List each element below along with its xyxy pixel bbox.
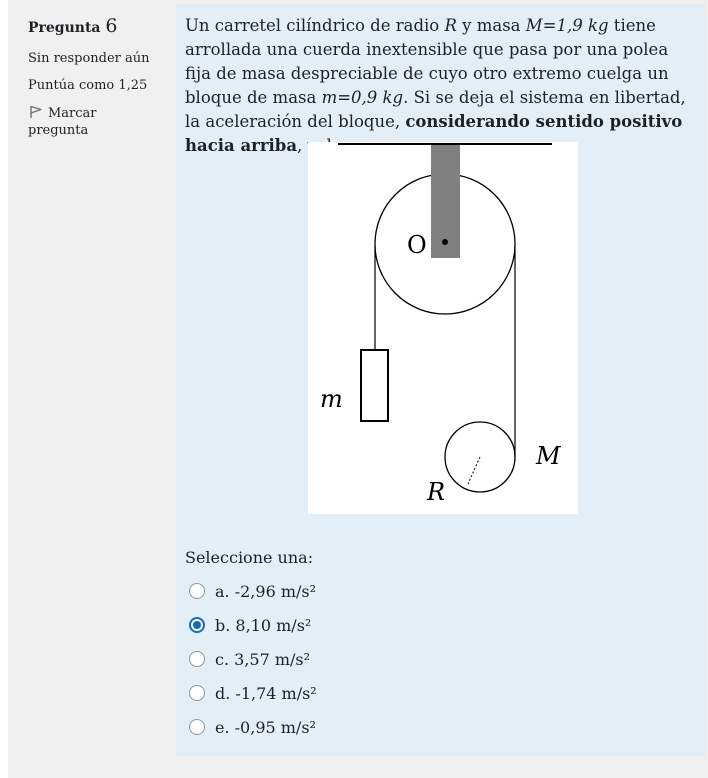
qtext-part-2: y masa: [456, 16, 526, 35]
pulley-axle: [442, 239, 448, 245]
answer-option-d[interactable]: d. -1,74 m/s²: [189, 676, 317, 710]
answer-radio-d[interactable]: [189, 685, 205, 701]
answer-label-b[interactable]: b. 8,10 m/s²: [215, 616, 311, 635]
block-m: [360, 349, 389, 422]
label-m: m: [320, 385, 343, 413]
label-O: O: [407, 231, 427, 259]
answer-option-c[interactable]: c. 3,57 m/s²: [189, 642, 317, 676]
question-state: Sin responder aún: [28, 50, 150, 66]
label-R: R: [426, 478, 445, 506]
question-content: Un carretel cilíndrico de radio R y masa…: [176, 4, 706, 756]
flag-question-link[interactable]: Marcar pregunta: [28, 105, 158, 140]
question-number: Pregunta 6: [28, 14, 158, 40]
answer-option-a[interactable]: a. -2,96 m/s²: [189, 574, 317, 608]
label-M: M: [535, 442, 562, 470]
answer-options: a. -2,96 m/s² b. 8,10 m/s² c. 3,57 m/s² …: [189, 574, 317, 744]
qtext-m-expression: m=0,9 kg: [321, 88, 404, 107]
spool-radius: [467, 456, 481, 485]
answer-label-c[interactable]: c. 3,57 m/s²: [215, 650, 310, 669]
flag-icon: [28, 105, 44, 119]
answer-radio-e[interactable]: [189, 719, 205, 735]
qtext-part-1: Un carretel cilíndrico de radio: [185, 16, 445, 35]
question-container: Pregunta 6 Sin responder aún Puntúa como…: [8, 0, 708, 778]
answer-prompt: Seleccione una:: [185, 548, 314, 567]
answer-label-d[interactable]: d. -1,74 m/s²: [215, 684, 317, 703]
question-label: Pregunta: [28, 20, 101, 36]
answer-option-e[interactable]: e. -0,95 m/s²: [189, 710, 317, 744]
answer-radio-c[interactable]: [189, 651, 205, 667]
pulley-diagram: O m M R: [308, 142, 578, 514]
qtext-R: R: [444, 16, 457, 35]
qtext-M-expression: M=1,9 kg: [525, 16, 609, 35]
answer-label-a[interactable]: a. -2,96 m/s²: [215, 582, 316, 601]
answer-label-e[interactable]: e. -0,95 m/s²: [215, 718, 316, 737]
question-number-value: 6: [105, 15, 118, 37]
answer-radio-b[interactable]: [189, 617, 205, 633]
question-text: Un carretel cilíndrico de radio R y masa…: [185, 14, 697, 158]
question-grade: Puntúa como 1,25: [28, 78, 148, 94]
question-info: Pregunta 6 Sin responder aún Puntúa como…: [28, 14, 158, 140]
answer-option-b[interactable]: b. 8,10 m/s²: [189, 608, 317, 642]
answer-radio-a[interactable]: [189, 583, 205, 599]
